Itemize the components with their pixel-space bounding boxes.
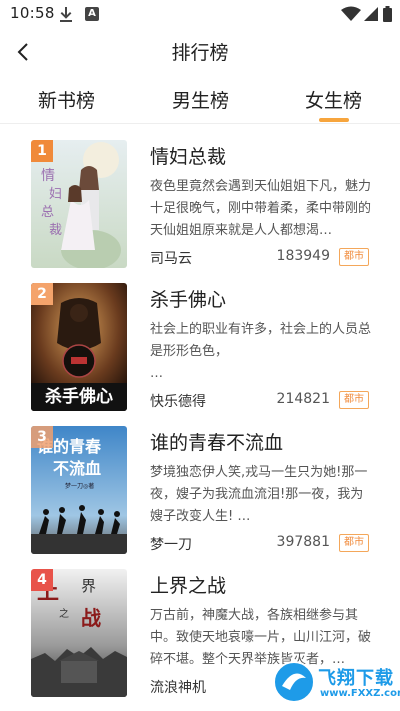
book-description: 梦境独恋伊人笑,戎马一生只为她!那一夜，嫂子为我流血流泪!那一夜，我为嫂子改变人… — [150, 465, 368, 524]
book-category-tag: 都市 — [339, 391, 369, 409]
book-cover: 谁的青春 不流血 梦一刀◎著 3 — [31, 426, 127, 554]
tab-bar: 新书榜 男生榜 女生榜 — [0, 78, 400, 124]
book-author: 快乐德得 — [150, 394, 206, 410]
signal-icon — [364, 7, 378, 21]
book-description: 夜色里竟然会遇到天仙姐姐下凡，魅力十足很晚气，刚中带着柔，柔中带刚的天仙姐姐原来… — [150, 179, 372, 238]
book-author: 司马云 — [150, 251, 192, 267]
book-read-count: 397881 — [276, 534, 330, 550]
notification-a-icon: A — [85, 7, 99, 21]
page-title: 排行榜 — [171, 42, 229, 64]
svg-text:之: 之 — [59, 607, 69, 620]
book-title: 杀手佛心 — [150, 289, 227, 311]
rank-badge: 1 — [31, 140, 53, 162]
svg-text:裁: 裁 — [49, 222, 62, 238]
svg-text:总: 总 — [41, 205, 54, 220]
cover-text: 情 — [41, 168, 55, 184]
book-title: 谁的青春不流血 — [150, 432, 284, 454]
book-item[interactable]: 情 妇 总 裁 1 情妇总裁 夜色里竟然会遇到天仙姐姐下凡，魅力十足很晚气，刚中… — [0, 126, 400, 268]
svg-text:界: 界 — [81, 577, 96, 595]
book-item[interactable]: 谁的青春 不流血 梦一刀◎著 3 谁的青春不流血 梦境独恋伊人笑,戎马一生只为她… — [0, 412, 400, 554]
status-bar: 10:58 A — [0, 0, 400, 28]
site-watermark: 飞翔下载 www.FXXZ.com — [272, 660, 400, 708]
rank-badge: 2 — [31, 283, 53, 305]
book-read-count: 214821 — [276, 391, 330, 407]
cover-text: 杀手佛心 — [45, 386, 113, 407]
tab-female[interactable]: 女生榜 — [305, 86, 362, 113]
svg-text:战: 战 — [81, 606, 101, 630]
cover-subtext: 梦一刀◎著 — [65, 482, 94, 490]
book-title: 情妇总裁 — [150, 146, 227, 168]
active-tab-indicator — [319, 118, 349, 122]
book-title: 上界之战 — [150, 575, 227, 597]
book-description: 社会上的职业有许多，社会上的人员总是形形色色， … — [150, 322, 372, 381]
book-cover: 杀手佛心 2 — [31, 283, 127, 411]
book-item[interactable]: 杀手佛心 2 杀手佛心 社会上的职业有许多，社会上的人员总是形形色色， … 快乐… — [0, 269, 400, 411]
watermark-logo-icon — [273, 661, 315, 703]
svg-text:不流血: 不流血 — [53, 459, 101, 478]
rank-badge: 4 — [31, 569, 53, 591]
header: 排行榜 — [0, 28, 400, 76]
tab-new-books[interactable]: 新书榜 — [38, 86, 95, 113]
book-author: 梦一刀 — [150, 537, 192, 553]
book-category-tag: 都市 — [339, 248, 369, 266]
book-read-count: 183949 — [276, 248, 330, 264]
watermark-url: www.FXXZ.com — [320, 688, 400, 699]
download-icon — [60, 7, 72, 22]
rank-badge: 3 — [31, 426, 53, 448]
battery-icon — [383, 6, 392, 22]
book-cover: 情 妇 总 裁 1 — [31, 140, 127, 268]
svg-text:妇: 妇 — [49, 186, 62, 202]
tab-male[interactable]: 男生榜 — [172, 86, 229, 113]
status-time: 10:58 — [10, 4, 55, 22]
book-author: 流浪神机 — [150, 680, 206, 696]
book-cover: 上 界 之 战 4 — [31, 569, 127, 697]
book-category-tag: 都市 — [339, 534, 369, 552]
watermark-text: 飞翔下载 — [318, 668, 394, 689]
wifi-icon — [341, 6, 361, 21]
